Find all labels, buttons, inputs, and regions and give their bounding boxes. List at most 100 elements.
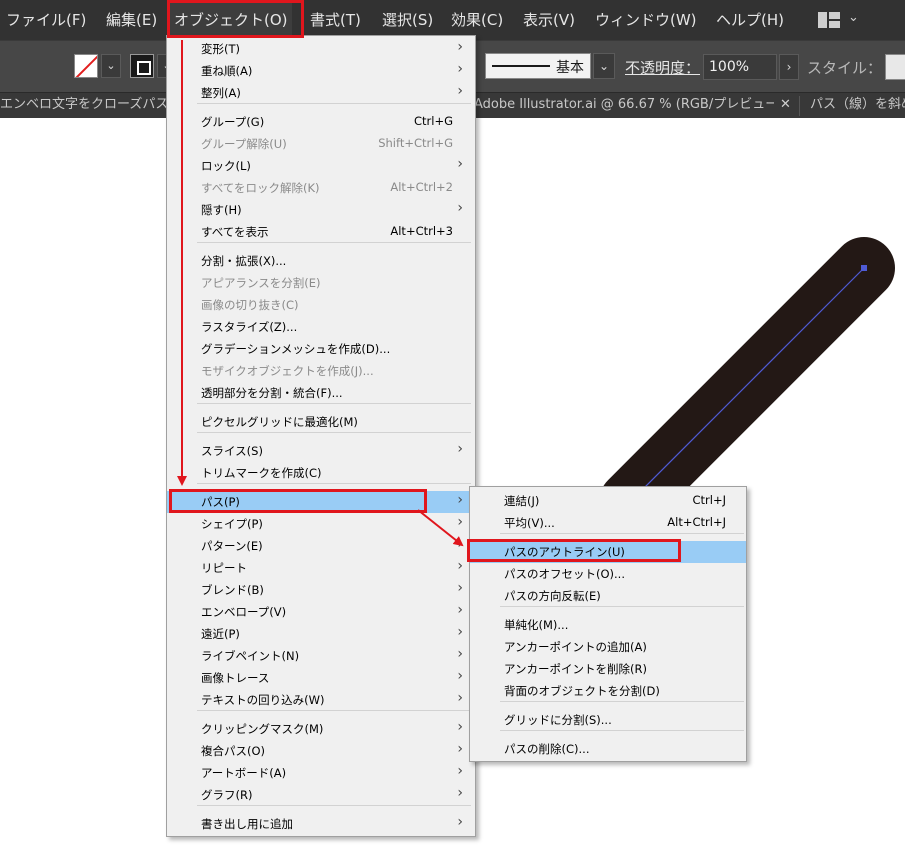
object-menu-item[interactable]: すべてをロック解除(K) Alt+Ctrl+2: [167, 177, 475, 199]
menu-select[interactable]: 選択(S): [382, 0, 433, 40]
object-menu-item[interactable]: 分割・拡張(X)...: [167, 250, 475, 272]
menu-item-label: エンベロープ(V): [201, 605, 287, 619]
path-submenu-item[interactable]: パスのオフセット(O)...: [470, 563, 746, 585]
menu-item-shortcut: Alt+Ctrl+3: [390, 224, 453, 238]
menu-item-shortcut: Shift+Ctrl+G: [378, 136, 453, 150]
submenu-arrow-icon: ›: [457, 558, 463, 574]
menu-item-label: トリムマークを作成(C): [201, 466, 322, 480]
object-menu-item[interactable]: ラスタライズ(Z)...: [167, 316, 475, 338]
opacity-arrow-icon[interactable]: ›: [779, 54, 799, 80]
path-submenu-item[interactable]: パスの方向反転(E): [470, 585, 746, 607]
menu-item-label: 平均(V)...: [504, 516, 555, 530]
menu-help[interactable]: ヘルプ(H): [716, 0, 784, 40]
path-submenu-item[interactable]: パスの削除(C)...: [470, 738, 746, 760]
path-submenu-item[interactable]: 背面のオブジェクトを分割(D): [470, 680, 746, 702]
object-menu-item[interactable]: 画像の切り抜き(C): [167, 294, 475, 316]
menu-type[interactable]: 書式(T): [310, 0, 361, 40]
menu-item-label: 分割・拡張(X)...: [201, 254, 287, 268]
object-menu-item[interactable]: 複合パス(O) ›: [167, 740, 475, 762]
object-menu-item[interactable]: エンベロープ(V) ›: [167, 601, 475, 623]
menu-item-label: 書き出し用に追加: [201, 817, 293, 831]
menu-item-label: モザイクオブジェクトを作成(J)...: [201, 364, 374, 378]
menu-item-shortcut: Ctrl+J: [692, 493, 727, 507]
object-menu-item[interactable]: グループ解除(U) Shift+Ctrl+G: [167, 133, 475, 155]
object-menu-item[interactable]: クリッピングマスク(M) ›: [167, 718, 475, 740]
object-menu-item[interactable]: パス(P) ›: [167, 491, 475, 513]
fill-swatch[interactable]: [74, 54, 98, 78]
stroke-profile-select[interactable]: 基本: [485, 53, 591, 79]
menu-item-label: パスのアウトライン(U): [504, 545, 625, 559]
object-menu-item[interactable]: 重ね順(A) ›: [167, 60, 475, 82]
object-menu-item[interactable]: アートボード(A) ›: [167, 762, 475, 784]
submenu-arrow-icon: ›: [457, 814, 463, 830]
menu-object[interactable]: オブジェクト(O): [170, 0, 292, 40]
menu-item-label: グループ(G): [201, 115, 265, 129]
object-menu-item[interactable]: ピクセルグリッドに最適化(M): [167, 411, 475, 433]
menu-file[interactable]: ファイル(F): [6, 0, 86, 40]
menu-item-label: ライブペイント(N): [201, 649, 300, 663]
opacity-label[interactable]: 不透明度：: [625, 57, 700, 78]
stroke-profile-preview: [492, 65, 550, 67]
menu-item-label: ブレンド(B): [201, 583, 264, 597]
path-submenu-item[interactable]: パスのアウトライン(U): [470, 541, 746, 563]
opacity-input[interactable]: 100%: [703, 54, 777, 80]
menu-item-shortcut: Alt+Ctrl+2: [390, 180, 453, 194]
menu-view[interactable]: 表示(V): [523, 0, 575, 40]
object-menu-item[interactable]: パターン(E) ›: [167, 535, 475, 557]
object-menu-item[interactable]: ロック(L) ›: [167, 155, 475, 177]
menu-window[interactable]: ウィンドウ(W): [595, 0, 697, 40]
workspace-layout-icon[interactable]: [818, 12, 840, 28]
path-submenu-item[interactable]: グリッドに分割(S)...: [470, 709, 746, 731]
object-menu-item[interactable]: リピート ›: [167, 557, 475, 579]
menu-item-label: 透明部分を分割・統合(F)...: [201, 386, 343, 400]
path-submenu-item[interactable]: 連結(J) Ctrl+J: [470, 490, 746, 512]
object-menu-item[interactable]: 書き出し用に追加 ›: [167, 813, 475, 835]
object-menu-item[interactable]: モザイクオブジェクトを作成(J)...: [167, 360, 475, 382]
object-menu-item[interactable]: 整列(A) ›: [167, 82, 475, 104]
menu-item-label: 連結(J): [504, 494, 540, 508]
object-menu-item[interactable]: グラデーションメッシュを作成(D)...: [167, 338, 475, 360]
object-menu-item[interactable]: グラフ(R) ›: [167, 784, 475, 806]
object-menu-item[interactable]: アピアランスを分割(E): [167, 272, 475, 294]
object-menu-item[interactable]: 透明部分を分割・統合(F)...: [167, 382, 475, 404]
submenu-arrow-icon: ›: [457, 580, 463, 596]
submenu-arrow-icon: ›: [457, 741, 463, 757]
path-submenu-item[interactable]: 平均(V)... Alt+Ctrl+J: [470, 512, 746, 534]
menu-edit[interactable]: 編集(E): [106, 0, 157, 40]
submenu-arrow-icon: ›: [457, 668, 463, 684]
tab-divider: [799, 96, 800, 116]
path-submenu-item[interactable]: 単純化(M)...: [470, 614, 746, 636]
object-menu-item[interactable]: 画像トレース ›: [167, 667, 475, 689]
object-menu-item[interactable]: ライブペイント(N) ›: [167, 645, 475, 667]
object-menu-item[interactable]: ブレンド(B) ›: [167, 579, 475, 601]
object-menu-item[interactable]: テキストの回り込み(W) ›: [167, 689, 475, 711]
graphic-style-swatch[interactable]: [885, 54, 905, 80]
stroke-swatch[interactable]: [130, 54, 154, 78]
menu-effect[interactable]: 効果(C): [451, 0, 503, 40]
anchor-point[interactable]: [861, 265, 867, 271]
object-menu-item[interactable]: 隠す(H) ›: [167, 199, 475, 221]
object-menu-item[interactable]: 遠近(P) ›: [167, 623, 475, 645]
object-menu-item[interactable]: 変形(T) ›: [167, 38, 475, 60]
object-menu-item[interactable]: シェイプ(P) ›: [167, 513, 475, 535]
object-menu-item[interactable]: スライス(S) ›: [167, 440, 475, 462]
object-menu-item[interactable]: トリムマークを作成(C): [167, 462, 475, 484]
fill-dropdown-chevron-icon[interactable]: ⌄: [101, 54, 121, 78]
tab-close-icon[interactable]: ✕: [780, 93, 791, 117]
path-submenu-item[interactable]: アンカーポイントの追加(A): [470, 636, 746, 658]
submenu-arrow-icon: ›: [457, 624, 463, 640]
submenu-arrow-icon: ›: [457, 39, 463, 55]
menu-item-label: ロック(L): [201, 159, 251, 173]
object-menu-item[interactable]: すべてを表示 Alt+Ctrl+3: [167, 221, 475, 243]
menu-item-label: アートボード(A): [201, 766, 287, 780]
tab-document-1[interactable]: エンベロ文字をクローズパスに: [0, 93, 170, 119]
object-menu-item[interactable]: グループ(G) Ctrl+G: [167, 111, 475, 133]
stroke-profile-label: 基本: [556, 60, 584, 76]
menu-item-label: リピート: [201, 561, 247, 575]
path-submenu-item[interactable]: アンカーポイントを削除(R): [470, 658, 746, 680]
submenu-arrow-icon: ›: [457, 83, 463, 99]
tab-document-2[interactable]: Adobe Illustrator.ai @ 66.67 % (RGB/プレビュ…: [474, 93, 774, 119]
stroke-profile-chevron-icon[interactable]: ⌄: [593, 53, 615, 79]
chevron-down-icon[interactable]: ⌄: [848, 10, 859, 25]
tab-document-3[interactable]: パス（線）を斜め: [810, 93, 905, 119]
